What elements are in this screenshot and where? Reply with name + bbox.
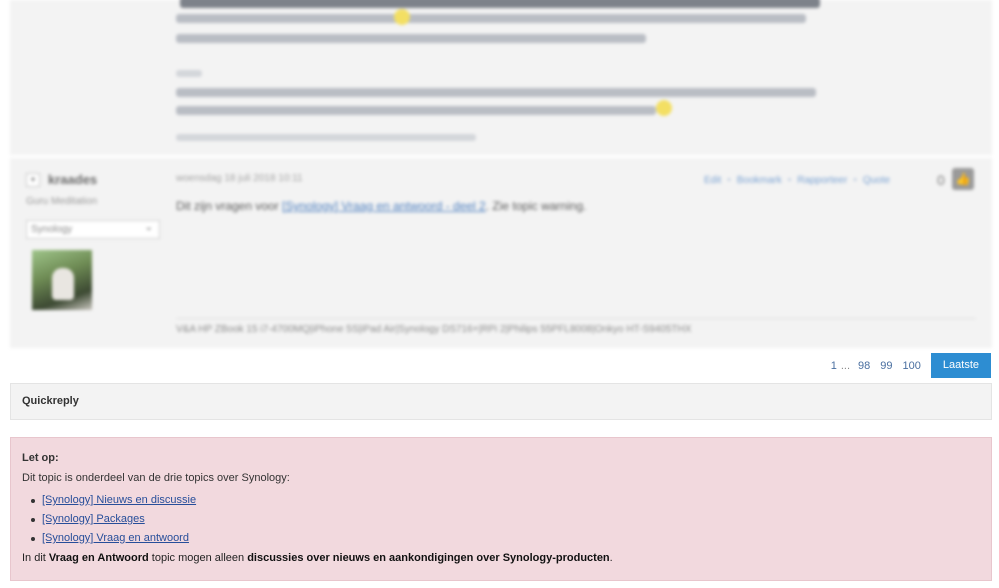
- notice-footer-bold: discussies over nieuws en aankondigingen…: [247, 552, 610, 564]
- page-link-100[interactable]: 100: [903, 360, 921, 372]
- bookmark-link[interactable]: Bookmark: [737, 175, 782, 186]
- thumbs-up-icon[interactable]: 👍: [952, 168, 974, 190]
- post-body-text: Dit zijn vragen voor: [176, 199, 283, 213]
- page-link-1[interactable]: 1: [831, 360, 837, 372]
- notice-title: Let op:: [22, 452, 59, 464]
- post-body-link[interactable]: [Synology] Vraag en antwoord - deel 2: [282, 199, 486, 213]
- chevron-down-icon: ⌄: [144, 222, 153, 233]
- previous-post-text-line: [176, 14, 806, 23]
- forum-post: ▾ kraades Guru Meditation Synology ⌄ woe…: [10, 158, 992, 348]
- separator: •: [853, 175, 857, 186]
- previous-post-text-line: [176, 106, 656, 115]
- previous-post: [10, 0, 992, 155]
- previous-post-text-line: [180, 0, 820, 8]
- page-link-98[interactable]: 98: [858, 360, 870, 372]
- topic-link-packages[interactable]: [Synology] Packages: [42, 513, 145, 525]
- smiley-icon: [394, 9, 410, 25]
- report-link[interactable]: Rapporteer: [797, 175, 847, 186]
- post-date: woensdag 18 juli 2018 10:11: [176, 173, 303, 184]
- edit-link[interactable]: Edit: [704, 175, 721, 186]
- notice-footer: In dit Vraag en Antwoord topic mogen all…: [22, 552, 613, 564]
- previous-post-text-line: [176, 70, 202, 77]
- list-item: [Synology] Nieuws en discussie: [22, 494, 196, 513]
- pagination: 1 ... 98 99 100 Laatste: [821, 353, 991, 378]
- pagination-ellipsis: ...: [840, 359, 851, 372]
- post-author-name[interactable]: kraades: [48, 172, 97, 187]
- blurred-thread-area: ▾ kraades Guru Meditation Synology ⌄ woe…: [0, 0, 999, 348]
- post-author-row: ▾ kraades: [26, 172, 97, 187]
- notice-footer-text: topic mogen alleen: [148, 552, 248, 564]
- separator: •: [787, 175, 792, 186]
- notice-footer-text: In dit: [22, 552, 49, 564]
- last-page-button[interactable]: Laatste: [930, 353, 991, 378]
- previous-post-edit-note: [176, 134, 476, 141]
- notice-intro: Dit topic is onderdeel van de drie topic…: [22, 472, 290, 484]
- separator: •: [727, 175, 731, 186]
- post-body: Dit zijn vragen voor [Synology] Vraag en…: [176, 199, 586, 213]
- post-score: 0: [937, 172, 945, 188]
- list-item: [Synology] Vraag en antwoord: [22, 532, 196, 551]
- quickreply-label: Quickreply: [22, 395, 79, 407]
- topic-link-vraag[interactable]: [Synology] Vraag en antwoord: [42, 532, 189, 544]
- collapse-icon[interactable]: ▾: [26, 172, 40, 187]
- previous-post-text-line: [176, 88, 816, 97]
- post-actions: Edit • Bookmark • Rapporteer • Quote: [704, 175, 890, 186]
- notice-topic-list: [Synology] Nieuws en discussie [Synology…: [22, 494, 196, 551]
- platform-select[interactable]: Synology ⌄: [26, 220, 160, 239]
- avatar-figure: [52, 268, 74, 300]
- list-item: [Synology] Packages: [22, 513, 196, 532]
- signature-divider: [176, 318, 976, 319]
- quote-link[interactable]: Quote: [863, 175, 890, 186]
- topic-notice: Let op: Dit topic is onderdeel van de dr…: [10, 437, 992, 581]
- topic-link-nieuws[interactable]: [Synology] Nieuws en discussie: [42, 494, 196, 506]
- smiley-icon: [656, 100, 672, 116]
- post-author-rank: Guru Meditation: [26, 196, 98, 207]
- notice-footer-text: .: [609, 552, 613, 564]
- avatar[interactable]: [32, 250, 92, 310]
- quickreply-bar[interactable]: Quickreply: [10, 383, 992, 420]
- page-link-99[interactable]: 99: [880, 360, 892, 372]
- post-body-text: . Zie topic warning.: [485, 199, 587, 213]
- post-signature: V&A HP ZBook 15 i7-4700MQ|iPhone 5S|iPad…: [176, 324, 692, 335]
- platform-select-value: Synology: [31, 224, 73, 235]
- notice-footer-bold: Vraag en Antwoord: [48, 552, 149, 564]
- previous-post-text-line: [176, 34, 646, 43]
